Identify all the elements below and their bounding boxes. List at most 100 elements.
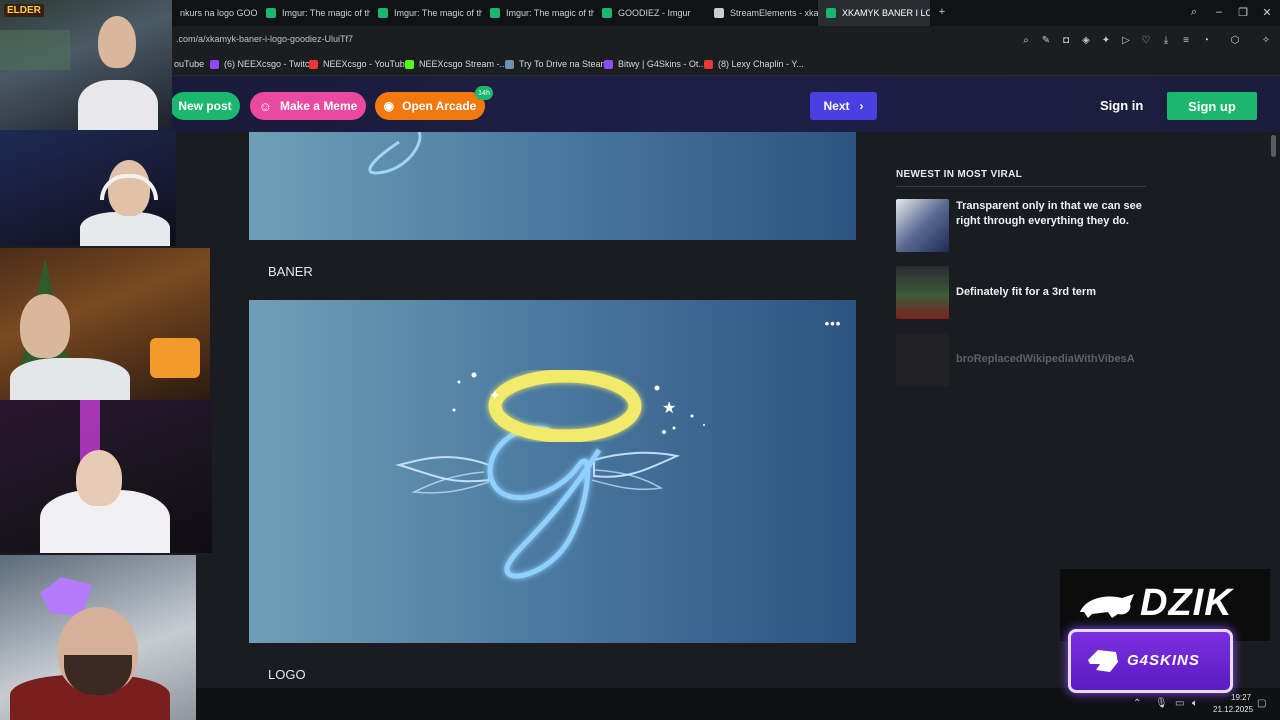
open-arcade-button[interactable]: ◉ Open Arcade — [375, 92, 485, 120]
imgur-favicon-icon — [490, 8, 500, 18]
svg-text:★: ★ — [662, 398, 676, 417]
bookmarks-bar: ouTube (6) NEEXcsgo - Twitch NEEXcsgo - … — [0, 54, 1280, 76]
person-torso — [10, 358, 130, 400]
imgur-header: New post ☺ Make a Meme ◉ Open Arcade 14h… — [0, 76, 1280, 132]
make-meme-label: Make a Meme — [279, 99, 358, 113]
tab-title: GOODIEZ - Imgur — [618, 8, 691, 18]
viral-post-item[interactable]: Definately fit for a 3rd term — [896, 266, 1146, 319]
imgur-favicon-icon — [266, 8, 276, 18]
scrollbar-thumb[interactable] — [1271, 135, 1276, 157]
steam-icon — [505, 59, 514, 69]
search-tabs-icon[interactable]: ⌕ — [1186, 4, 1202, 20]
sign-up-button[interactable]: Sign up — [1167, 92, 1257, 120]
banner-graphic — [368, 132, 422, 175]
heart-icon[interactable]: ♡ — [1140, 34, 1152, 46]
tab-title: Imgur: The magic of the I — [394, 8, 482, 18]
fireplace — [150, 338, 200, 378]
streamelements-favicon-icon — [714, 8, 724, 18]
bookmark-item[interactable]: ouTube — [174, 59, 204, 69]
caption-logo: LOGO — [268, 667, 306, 682]
browser-tab[interactable]: StreamElements - xkamyk — [706, 0, 818, 26]
person-head — [20, 294, 70, 358]
youtube-icon — [309, 59, 318, 69]
svg-text:✦: ✦ — [489, 388, 501, 404]
minimize-icon[interactable]: – — [1211, 4, 1227, 20]
chevron-right-icon: › — [859, 99, 864, 113]
tab-title: Imgur: The magic of the I — [282, 8, 370, 18]
new-tab-icon[interactable]: + — [934, 4, 950, 20]
browser-tab[interactable]: Imgur: The magic of the I — [482, 0, 594, 26]
browser-tab[interactable]: Imgur: The magic of the I — [370, 0, 482, 26]
browser-tab[interactable]: Imgur: The magic of the I — [258, 0, 370, 26]
post-thumbnail — [896, 199, 949, 252]
kick-icon — [405, 59, 414, 69]
tab-title: Imgur: The magic of the I — [506, 8, 594, 18]
webcam-feed: ELDER — [0, 0, 172, 130]
banner-image[interactable] — [249, 132, 856, 240]
webcam-feed — [0, 555, 196, 720]
boar-icon — [1080, 594, 1134, 618]
microphone-icon[interactable]: 🎙︎ — [1155, 698, 1168, 709]
browser-tab[interactable]: nkurs na logo GOODIE — [172, 0, 258, 26]
make-meme-button[interactable]: ☺ Make a Meme — [250, 92, 366, 120]
download-icon[interactable]: ⤓ — [1160, 34, 1172, 46]
imgur-favicon-icon — [826, 8, 836, 18]
angel-g-logo-graphic: ✦ ★ — [395, 369, 705, 579]
network-icon[interactable]: ▭ — [1175, 698, 1184, 709]
chevron-up-icon[interactable]: ⌃ — [1133, 698, 1141, 709]
imgur-favicon-icon — [602, 8, 612, 18]
bookmark-item[interactable]: NEEXcsgo - YouTube — [309, 59, 410, 69]
new-post-button[interactable]: New post — [170, 92, 240, 120]
webcam-feed — [0, 130, 176, 246]
tab-title: XKAMYK BANER I LOGO — [842, 8, 930, 18]
clock-date[interactable]: 21.12.2025 — [1213, 705, 1253, 714]
post-thumbnail — [896, 333, 949, 386]
viral-post-item[interactable]: broReplacedWikipediaWithVibesA — [896, 333, 1146, 386]
shield-icon[interactable]: ◈ — [1080, 34, 1092, 46]
open-arcade-label: Open Arcade — [402, 99, 477, 113]
sign-in-link[interactable]: Sign in — [1100, 98, 1143, 113]
g4skins-icon — [604, 59, 613, 69]
clock-time[interactable]: 19:27 — [1231, 693, 1251, 702]
bookmark-label: (6) NEEXcsgo - Twitch — [224, 59, 315, 69]
edit-icon[interactable]: ✎ — [1040, 34, 1052, 46]
notification-icon[interactable]: ▢ — [1257, 698, 1266, 709]
ai-icon[interactable]: ✧ — [1256, 34, 1276, 46]
bookmark-label: NEEXcsgo - YouTube — [323, 59, 410, 69]
bookmark-item[interactable]: Bitwy | G4Skins - Ot... — [604, 59, 706, 69]
page-scrollbar[interactable] — [1270, 132, 1278, 688]
person-torso — [78, 80, 158, 130]
zoom-icon[interactable]: ⌕ — [1020, 34, 1032, 46]
bookmark-label: ouTube — [174, 59, 205, 69]
close-icon[interactable]: ✕ — [1259, 4, 1275, 20]
wallet-icon[interactable]: ⬡ — [1229, 34, 1241, 46]
person-head — [76, 450, 122, 506]
extension-icon[interactable]: ✦ — [1100, 34, 1112, 46]
play-icon[interactable]: ▷ — [1120, 34, 1132, 46]
maximize-icon[interactable]: ❐ — [1235, 4, 1251, 20]
bookmark-item[interactable]: Try To Drive na Steam — [505, 59, 608, 69]
person-torso — [80, 212, 170, 246]
post-thumbnail — [896, 266, 949, 319]
bookmark-item[interactable]: (8) Lexy Chaplin - Y... — [704, 59, 804, 69]
new-post-label: New post — [178, 99, 232, 113]
bookmark-label: Try To Drive na Steam — [519, 59, 609, 69]
bookmark-label: NEEXcsgo Stream -... — [419, 59, 508, 69]
viral-post-item[interactable]: Transparent only in that we can see righ… — [896, 199, 1146, 252]
browser-tab[interactable]: GOODIEZ - Imgur — [594, 0, 702, 26]
gamepad-icon: ◉ — [383, 99, 395, 113]
caption-baner: BANER — [268, 264, 313, 279]
bookmark-item[interactable]: (6) NEEXcsgo - Twitch — [210, 59, 314, 69]
bookmark-label: Bitwy | G4Skins - Ot... — [618, 59, 706, 69]
browser-tab-active[interactable]: XKAMYK BANER I LOGO — [818, 0, 930, 26]
url-text[interactable]: .com/a/xkamyk-baner-i-logo-goodiez-UluiT… — [176, 34, 353, 44]
volume-icon[interactable]: 🔈︎ — [1192, 698, 1198, 709]
camera-icon[interactable]: ◘ — [1060, 34, 1072, 46]
twitch-icon — [210, 59, 219, 69]
bookmark-item[interactable]: NEEXcsgo Stream -... — [405, 59, 507, 69]
logo-image[interactable]: ✦ ★ — [249, 300, 856, 643]
profile-icon[interactable]: ◔ — [1200, 34, 1212, 46]
next-button[interactable]: Next › — [810, 92, 877, 120]
more-options-icon[interactable]: ••• — [824, 316, 842, 331]
menu-icon[interactable]: ≡ — [1180, 34, 1192, 46]
